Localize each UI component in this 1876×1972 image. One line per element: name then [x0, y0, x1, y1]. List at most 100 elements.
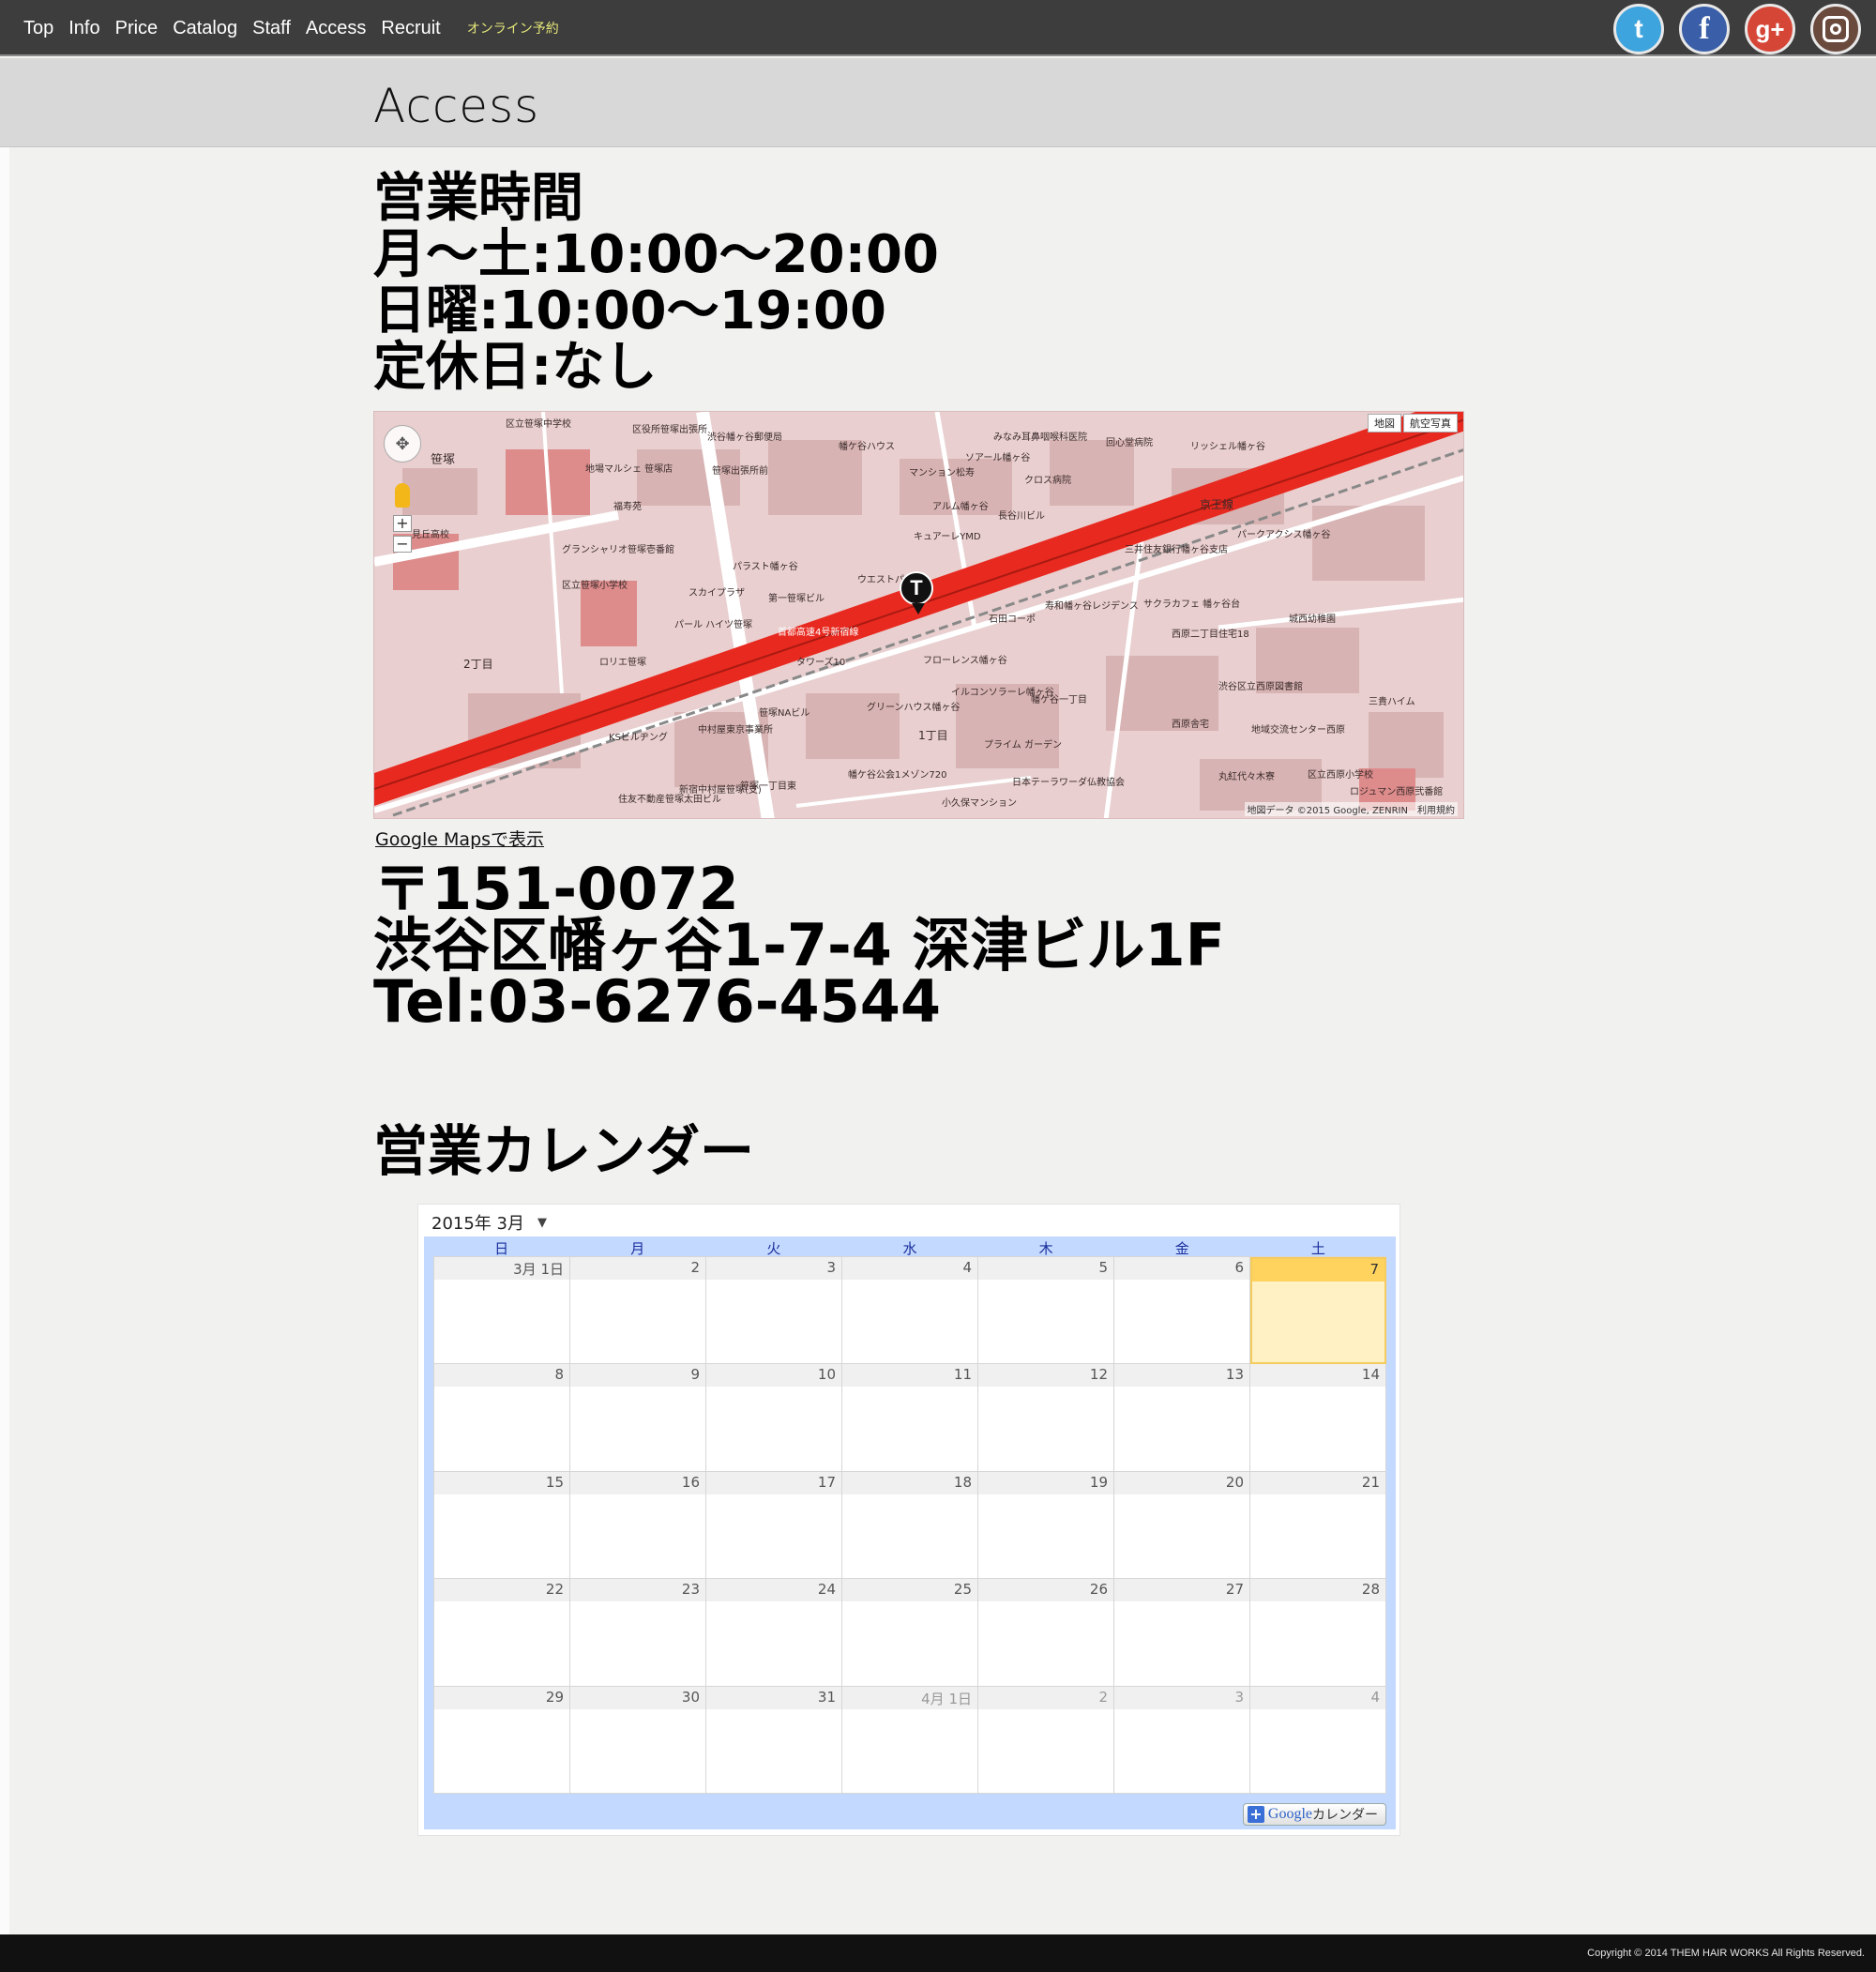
twitter-icon[interactable]: t [1613, 4, 1664, 54]
day-cell[interactable]: 3月 1日 [434, 1257, 570, 1365]
googleplus-icon[interactable]: g+ [1745, 4, 1795, 54]
map-label: スカイプラザ [688, 588, 745, 599]
day-number: 31 [706, 1686, 841, 1709]
plus-icon: + [1247, 1806, 1264, 1823]
day-cell[interactable]: 4 [842, 1257, 978, 1365]
day-cell[interactable]: 23 [570, 1579, 706, 1687]
hours-closed: 定休日:なし [373, 337, 658, 398]
nav-item-access[interactable]: Access [306, 18, 366, 39]
map-label: 笹塚 [431, 453, 456, 467]
weekday-label: 木 [1038, 1240, 1053, 1257]
location-marker-icon[interactable]: T [900, 571, 933, 614]
day-cell[interactable]: 26 [978, 1579, 1114, 1687]
day-cell[interactable]: 4 [1250, 1686, 1386, 1794]
day-number: 10 [706, 1364, 841, 1388]
map-label: 三井住友銀行幡ヶ谷支店 [1125, 545, 1228, 555]
day-number: 3 [706, 1257, 841, 1280]
street-view-pegman-icon[interactable] [395, 483, 410, 508]
day-cell[interactable]: 14 [1250, 1364, 1386, 1472]
map-label: 小久保マンション [942, 798, 1017, 809]
day-cell[interactable]: 10 [706, 1364, 842, 1472]
map-label: みなみ耳鼻咽喉科医院 [993, 432, 1087, 443]
map-label: 石田コーポ [989, 614, 1036, 625]
map-label: 城西幼稚園 [1289, 614, 1336, 625]
day-cell[interactable]: 9 [570, 1364, 706, 1472]
day-cell[interactable]: 29 [434, 1686, 570, 1794]
google-calendar-badge[interactable]: + Google カレンダー [1242, 1803, 1386, 1826]
day-cell[interactable]: 5 [978, 1257, 1114, 1365]
view-in-google-maps-link[interactable]: Google Mapsで表示 [375, 826, 544, 851]
day-cell[interactable]: 2 [978, 1686, 1114, 1794]
day-cell[interactable]: 12 [978, 1364, 1114, 1472]
day-cell[interactable]: 2 [570, 1257, 706, 1365]
day-cell[interactable]: 16 [570, 1471, 706, 1580]
nav-item-staff[interactable]: Staff [252, 18, 291, 39]
day-number: 11 [842, 1364, 977, 1388]
day-cell[interactable]: 21 [1250, 1471, 1386, 1580]
nav-item-info[interactable]: Info [68, 18, 99, 39]
day-number: 19 [978, 1471, 1113, 1494]
map-label: パラスト幡ヶ谷 [733, 562, 798, 572]
day-cell[interactable]: 17 [706, 1471, 842, 1580]
map-label: クロス病院 [1024, 476, 1071, 486]
map-type-satellite-button[interactable]: 航空写真 [1403, 414, 1458, 432]
day-number: 30 [570, 1686, 705, 1709]
month-selector[interactable]: 2015年 3月 ▼ [431, 1210, 547, 1235]
map-pan-control[interactable]: ✥ [384, 425, 421, 463]
map-label: ロジュマン西原弐番館 [1350, 787, 1444, 797]
day-cell[interactable]: 13 [1114, 1364, 1250, 1472]
map-label: グリーンハウス幡ヶ谷 [867, 703, 961, 713]
day-cell[interactable]: 31 [706, 1686, 842, 1794]
day-cell[interactable]: 15 [434, 1471, 570, 1580]
day-cell[interactable]: 28 [1250, 1579, 1386, 1687]
map-attribution[interactable]: 地図データ ©2015 Google, ZENRIN 利用規約 [1244, 802, 1458, 816]
map-label: 幡ケ谷公会1メゾン720 [848, 770, 947, 781]
day-cell[interactable]: 24 [706, 1579, 842, 1687]
map-label: フローレンス幡ヶ谷 [923, 656, 1007, 666]
google-map[interactable]: 区立笹塚中学校 区役所笹塚出張所 渋谷幡ヶ谷郵便局 幡ケ谷ハウス みなみ耳鼻咽喉… [373, 411, 1464, 819]
instagram-glyph [1823, 16, 1849, 42]
map-type-map-button[interactable]: 地図 [1368, 414, 1401, 432]
map-label: マンション松寿 [909, 468, 975, 478]
day-cell[interactable]: 22 [434, 1579, 570, 1687]
facebook-glyph: f [1699, 11, 1710, 46]
nav-item-top[interactable]: Top [23, 18, 53, 39]
day-cell[interactable]: 6 [1114, 1257, 1250, 1365]
google-calendar-embed: 2015年 3月 ▼ 日 月 火 水 木 金 土 3月 1日 2 3 4 5 6… [417, 1204, 1400, 1836]
day-cell[interactable]: 11 [842, 1364, 978, 1472]
map-label: 渋谷区立西原図書館 [1218, 682, 1303, 692]
day-cell[interactable]: 27 [1114, 1579, 1250, 1687]
day-cell[interactable]: 3 [1114, 1686, 1250, 1794]
map-label: 笹塚一丁目東 [740, 781, 796, 792]
nav-item-price[interactable]: Price [115, 18, 159, 39]
map-label: 見丘高校 [412, 530, 449, 540]
map-label: 寿和幡ヶ谷レジデンス [1045, 601, 1139, 612]
nav-item-catalog[interactable]: Catalog [173, 18, 237, 39]
twitter-glyph: t [1634, 14, 1643, 43]
zoom-out-button[interactable]: − [393, 536, 412, 553]
day-cell[interactable]: 3 [706, 1257, 842, 1365]
day-cell[interactable]: 30 [570, 1686, 706, 1794]
page-title: Access [373, 79, 540, 133]
hours-sunday: 日曜:10:00〜19:00 [373, 281, 886, 341]
day-number: 15 [434, 1471, 569, 1494]
day-number: 7 [1252, 1259, 1384, 1282]
day-cell[interactable]: 8 [434, 1364, 570, 1472]
instagram-icon[interactable] [1810, 4, 1861, 54]
nav-item-recruit[interactable]: Recruit [381, 18, 440, 39]
day-number: 22 [434, 1579, 569, 1602]
day-number: 13 [1114, 1364, 1249, 1388]
weekday-header: 日 月 火 水 木 金 土 [433, 1238, 1386, 1258]
facebook-icon[interactable]: f [1679, 4, 1730, 54]
day-cell[interactable]: 19 [978, 1471, 1114, 1580]
day-cell[interactable]: 20 [1114, 1471, 1250, 1580]
today-cell[interactable]: 7 [1250, 1257, 1386, 1365]
day-cell[interactable]: 18 [842, 1471, 978, 1580]
day-cell[interactable]: 25 [842, 1579, 978, 1687]
map-label: グランシャリオ笹塚壱番館 [562, 545, 674, 555]
day-number: 14 [1250, 1364, 1385, 1388]
zoom-in-button[interactable]: + [393, 515, 412, 532]
day-cell[interactable]: 4月 1日 [842, 1686, 978, 1794]
nav-item-online-booking[interactable]: オンライン予約 [467, 19, 559, 38]
day-number: 16 [570, 1471, 705, 1494]
